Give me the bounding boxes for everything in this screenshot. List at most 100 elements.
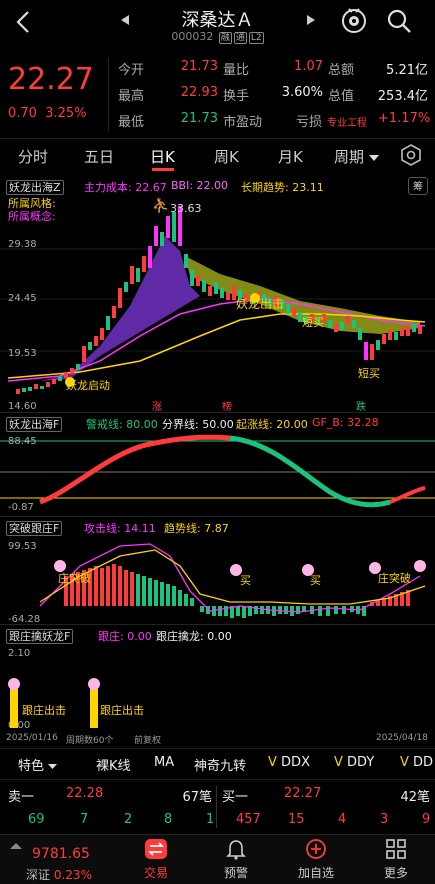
osc-up-segment xyxy=(389,486,426,504)
chart4-label-follow: 跟庄: 0.00 xyxy=(98,630,152,643)
chart2-label-divide: 分界线: 50.00 xyxy=(162,418,234,431)
chart3-ytick: 99.53 xyxy=(8,541,37,552)
label-market-cap: 总值 xyxy=(328,89,355,104)
signal-short-buy-1: 短买 xyxy=(302,315,324,329)
search-icon[interactable] xyxy=(386,8,412,34)
chart3-label-attack: 攻击线: 14.11 xyxy=(84,522,156,535)
signal-dot xyxy=(65,377,75,387)
buy1-label: 买一 xyxy=(222,790,249,805)
tab-weekly-k[interactable]: 周K xyxy=(214,146,239,167)
tab-period-label: 周期 xyxy=(334,148,365,166)
chart2-label-alert: 警戒线: 80.00 xyxy=(86,418,158,431)
chart2-indicator-select[interactable]: 妖龙出海F xyxy=(6,417,63,432)
v-badge-icon: V xyxy=(400,755,409,770)
grid-icon xyxy=(386,839,406,859)
tab-period[interactable]: 周期 xyxy=(334,146,379,167)
tab-five-day[interactable]: 五日 xyxy=(84,146,114,167)
signal-breakout-2: 庄突破 xyxy=(378,571,411,585)
indicator-tab-ddx[interactable]: V DDX xyxy=(268,755,310,770)
indicator-tab-special[interactable]: 特色 xyxy=(18,755,58,774)
indicator-tab-ddx-label: DDX xyxy=(281,755,310,770)
chart2-label-gfb: GF_B: 32.28 xyxy=(312,416,379,429)
indicator-tab-td9[interactable]: 神奇九转 xyxy=(194,755,246,774)
sell-order-count: 1 xyxy=(206,812,215,827)
chart3-ytick: -64.28 xyxy=(8,614,40,624)
sell-order-count: 69 xyxy=(28,812,45,827)
chart2-ytick: 88.45 xyxy=(8,436,37,447)
chart2-header: 妖龙出海F xyxy=(6,416,63,432)
price-change: 0.70 3.25% xyxy=(8,106,87,121)
sector-change: +1.17% xyxy=(378,111,431,126)
tab-intraday[interactable]: 分时 xyxy=(18,146,48,167)
chart3-indicator-select[interactable]: 突破跟庄F xyxy=(6,521,63,536)
label-high: 最高 xyxy=(118,89,145,104)
more-button[interactable]: 更多 xyxy=(372,838,420,881)
change-amount: 0.70 xyxy=(8,106,37,121)
limit-down-marker: 跌 xyxy=(356,400,366,412)
peak-price-label: 33.63 xyxy=(170,202,202,215)
value-vol-ratio: 1.07 xyxy=(294,59,323,74)
kline-chart[interactable]: 29.38 24.45 19.53 14.60 33.63 ⛹ 妖龙出击 短买 … xyxy=(0,196,435,412)
indicator-tab-ma[interactable]: MA xyxy=(154,755,174,770)
chart3-label-trend: 趋势线: 7.87 xyxy=(164,522,229,535)
label-turnover: 换手 xyxy=(223,89,250,104)
robot-assistant-icon[interactable] xyxy=(340,6,368,34)
active-tab-indicator xyxy=(152,168,174,171)
add-watchlist-button[interactable]: 加自选 xyxy=(292,838,340,881)
index-percent: 0.23% xyxy=(53,868,92,882)
signal-attack-label: 妖龙出击 xyxy=(236,297,284,311)
label-loss: 亏损 xyxy=(296,115,323,130)
chart1-header: 妖龙出海Z xyxy=(6,179,64,195)
chips-button[interactable]: 筹 xyxy=(408,177,428,195)
signal-follow-1: 跟庄出击 xyxy=(22,703,66,717)
osc-up-segment xyxy=(39,434,231,505)
alert-button[interactable]: 预警 xyxy=(212,838,260,881)
time-axis: 2025/01/16 周期数60个 前复权 2025/04/18 xyxy=(0,733,435,747)
oscillator-chart[interactable]: 88.45 -0.87 xyxy=(0,432,435,512)
tab-monthly-k[interactable]: 月K xyxy=(278,146,303,167)
axis-end-date: 2025/04/18 xyxy=(376,733,428,743)
sell1-label: 卖一 xyxy=(8,790,35,805)
label-pe-text: 市盈动 xyxy=(223,115,263,130)
sector-name[interactable]: 专业工程 xyxy=(327,114,367,129)
change-percent: 3.25% xyxy=(45,106,87,121)
divider xyxy=(216,786,217,828)
indicator-tab-dd[interactable]: V DD xyxy=(400,755,433,770)
indicator-tab-ddy-label: DDY xyxy=(347,755,375,770)
v-badge-icon: V xyxy=(334,755,343,770)
axis-start-date: 2025/01/16 xyxy=(6,733,58,743)
label-low: 最低 xyxy=(118,115,145,130)
chart4-ytick: 2.10 xyxy=(8,648,30,659)
add-watchlist-label: 加自选 xyxy=(297,866,334,880)
candles xyxy=(16,206,422,394)
lantern-icon xyxy=(369,562,381,574)
chart4-indicator-select[interactable]: 跟庄擒妖龙F xyxy=(6,629,74,644)
plus-circle-icon xyxy=(306,839,326,859)
top-bar: 深桑达Ａ 000032 融通 L2 xyxy=(0,0,435,52)
chart1-indicator-select[interactable]: 妖龙出海Z xyxy=(6,180,64,195)
follow-chart[interactable]: 2.10 0.00 跟庄出击 跟庄出击 xyxy=(0,644,435,730)
axis-adjust-mode[interactable]: 前复权 xyxy=(134,733,161,746)
chart1-ytick: 29.38 xyxy=(8,239,37,250)
chart4-header: 跟庄擒妖龙F xyxy=(6,628,74,644)
buy1-count: 42笔 xyxy=(400,790,430,805)
signal-buy-2: 买 xyxy=(310,574,321,587)
buy-order-count: 4 xyxy=(338,812,347,827)
divider xyxy=(0,516,435,517)
axis-period-count: 周期数60个 xyxy=(66,736,114,746)
sell-order-count: 7 xyxy=(80,812,89,827)
indicator-tab-ddy[interactable]: V DDY xyxy=(334,755,374,770)
trade-icon xyxy=(145,839,167,859)
signal-breakout-1: 庄突破 xyxy=(58,571,91,585)
current-price: 22.27 xyxy=(8,62,94,97)
next-stock-icon[interactable] xyxy=(306,14,316,26)
breakout-chart[interactable]: 99.53 -64.28 庄突破 买 买 庄突破 xyxy=(0,536,435,624)
indicator-tab-plain-k[interactable]: 裸K线 xyxy=(96,755,131,774)
trade-button[interactable]: 交易 xyxy=(132,838,180,881)
alert-label: 预警 xyxy=(223,866,248,880)
stock-code-row: 000032 融通 L2 xyxy=(0,30,435,44)
more-label: 更多 xyxy=(383,866,408,880)
tab-daily-k[interactable]: 日K xyxy=(150,146,175,167)
settings-hexagon-icon[interactable] xyxy=(400,144,422,166)
tag-margin: 融 xyxy=(218,32,232,44)
